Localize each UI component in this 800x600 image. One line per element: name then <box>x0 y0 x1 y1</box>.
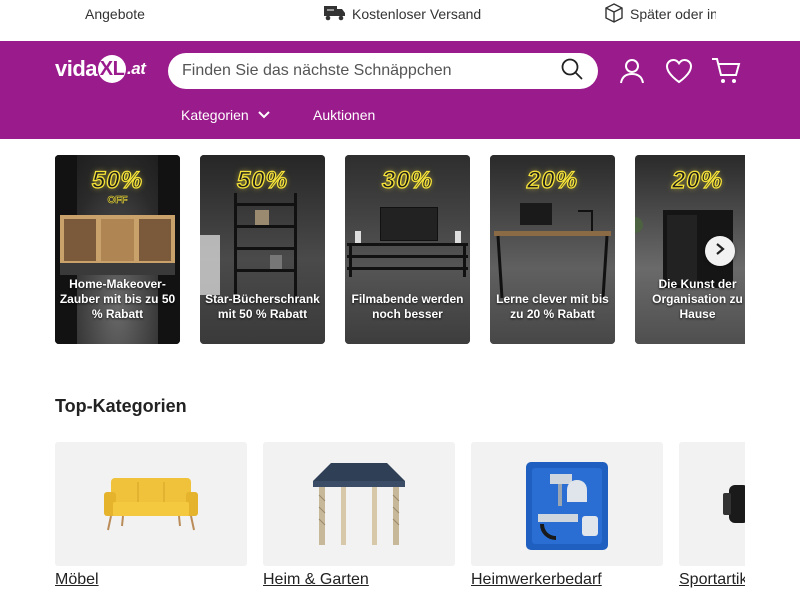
top-info-bar: Angebote Kostenloser Versand Später oder… <box>0 0 800 41</box>
cart-icon[interactable] <box>710 55 742 87</box>
promo-banner[interactable]: 20% Lerne clever mit bis zu 20 % Rabatt <box>490 155 615 344</box>
topbar-free-shipping[interactable]: Kostenloser Versand <box>324 0 481 28</box>
promo-carousel: 50% OFF Home-Makeover-Zauber mit bis zu … <box>55 155 745 345</box>
promo-banner[interactable]: 30% Filmabende werden noch besser <box>345 155 470 344</box>
sofa-illustration <box>104 478 198 531</box>
topbar-pay-later-label: Später oder in <box>630 6 716 22</box>
promo-banner[interactable]: 50% Star-Bücherschrank mit 50 % Rabatt <box>200 155 325 344</box>
category-card[interactable]: Heim & Garten <box>263 442 455 589</box>
banner-discount: 50% <box>236 166 289 194</box>
sports-equipment-illustration <box>723 485 745 523</box>
topbar-offers-label: Angebote <box>85 6 145 22</box>
banner-caption: Home-Makeover-Zauber mit bis zu 50 % Rab… <box>59 277 176 321</box>
top-categories-title: Top-Kategorien <box>55 396 187 416</box>
vidaxl-logo[interactable]: vida XL .at <box>55 52 146 86</box>
category-label[interactable]: Möbel <box>55 571 247 589</box>
truck-icon <box>324 5 346 24</box>
site-header: vida XL .at Kategorien Auktionen <box>0 41 800 139</box>
banner-discount: 20% <box>526 166 579 194</box>
category-image[interactable] <box>55 442 247 566</box>
category-image[interactable] <box>679 442 745 566</box>
search-bar <box>168 53 598 89</box>
category-card[interactable]: Heimwerkerbedarf <box>471 442 663 589</box>
banner-caption: Die Kunst der Organisation zu Hause <box>652 277 743 321</box>
banner-discount-sub: OFF <box>107 195 128 207</box>
chevron-right-icon <box>714 242 726 261</box>
banner-discount: 50% <box>91 166 144 194</box>
banner-discount: 30% <box>381 166 434 194</box>
nav-categories[interactable]: Kategorien <box>181 103 271 127</box>
banner-caption: Filmabende werden noch besser <box>351 292 464 321</box>
banner-caption: Lerne clever mit bis zu 20 % Rabatt <box>496 292 609 321</box>
search-icon[interactable] <box>560 57 584 86</box>
wishlist-heart-icon[interactable] <box>663 55 695 87</box>
carousel-next-button[interactable] <box>705 236 735 266</box>
top-categories-list: Möbel Heim & Garten Heimwerkerbedarf Spo… <box>55 442 745 600</box>
category-label[interactable]: Heim & Garten <box>263 571 455 589</box>
search-input[interactable] <box>182 62 560 80</box>
category-image[interactable] <box>471 442 663 566</box>
gazebo-illustration <box>313 463 405 545</box>
category-label[interactable]: Sportartikel <box>679 571 745 589</box>
logo-brand: vida <box>55 56 98 81</box>
category-image[interactable] <box>263 442 455 566</box>
nav-auctions-label: Auktionen <box>313 107 376 123</box>
nav-auctions[interactable]: Auktionen <box>313 103 375 127</box>
account-icon[interactable] <box>616 55 648 87</box>
nav-categories-label: Kategorien <box>181 107 249 123</box>
category-card[interactable]: Möbel <box>55 442 247 589</box>
logo-mark: XL <box>98 55 127 83</box>
topbar-free-shipping-label: Kostenloser Versand <box>352 6 482 22</box>
promo-banner[interactable]: 50% OFF Home-Makeover-Zauber mit bis zu … <box>55 155 180 344</box>
banner-discount: 20% <box>671 166 724 194</box>
tool-case-illustration <box>526 462 608 550</box>
topbar-pay-later[interactable]: Später oder in <box>604 0 716 28</box>
topbar-offers-link[interactable]: Angebote <box>85 0 145 28</box>
category-label[interactable]: Heimwerkerbedarf <box>471 571 663 589</box>
banner-caption: Star-Bücherschrank mit 50 % Rabatt <box>205 292 320 321</box>
logo-tld: .at <box>127 59 146 78</box>
category-card[interactable]: Sportartikel <box>679 442 745 589</box>
box-icon <box>604 2 624 26</box>
chevron-down-icon <box>257 107 271 123</box>
